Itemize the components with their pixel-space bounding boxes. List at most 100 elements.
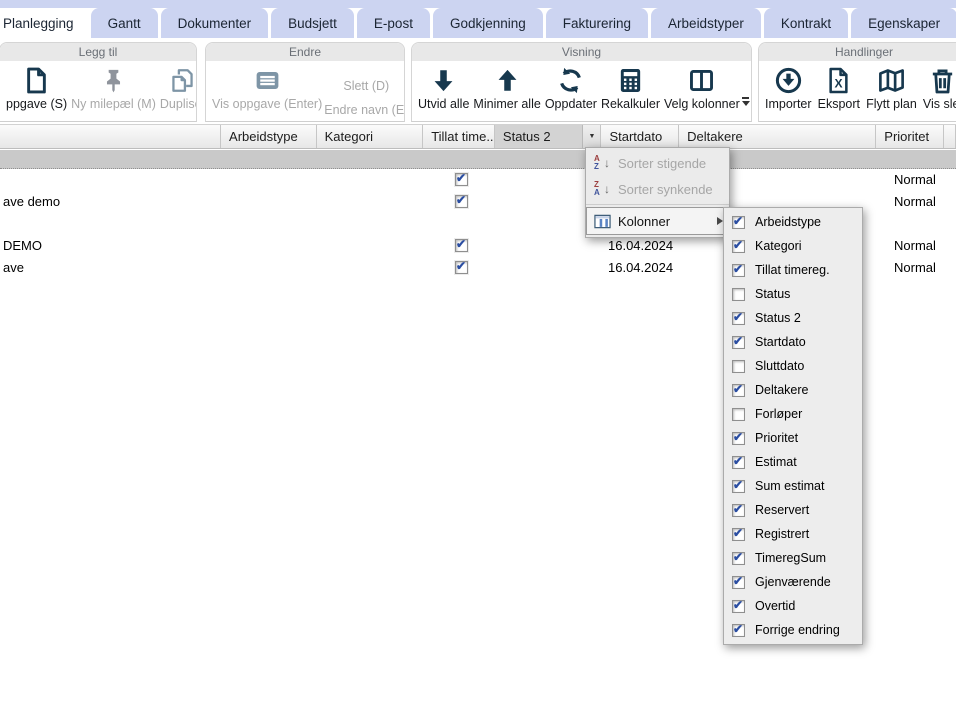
checkbox-icon[interactable] xyxy=(732,408,745,421)
column-toggle-startdato[interactable]: Startdato xyxy=(724,330,862,354)
column-header-label: Status 2 xyxy=(503,129,551,144)
column-header-tillat-time[interactable]: Tillat time... xyxy=(423,125,495,148)
tab-fakturering[interactable]: Fakturering xyxy=(546,8,648,38)
column-toggle-status[interactable]: Status xyxy=(724,282,862,306)
ppgave-s-button[interactable]: ppgave (S) xyxy=(4,66,69,111)
allow-time-checkbox[interactable] xyxy=(455,261,468,274)
trash-icon xyxy=(928,66,956,95)
checkbox-icon[interactable] xyxy=(732,312,745,325)
new-task-icon xyxy=(22,66,51,95)
column-toggle-label: Arbeidstype xyxy=(755,215,821,229)
ribbon-group-title: Legg til xyxy=(0,43,196,61)
column-toggle-sum-estimat[interactable]: Sum estimat xyxy=(724,474,862,498)
column-toggle-sluttdato[interactable]: Sluttdato xyxy=(724,354,862,378)
checkbox-icon[interactable] xyxy=(732,528,745,541)
column-toggle-gjenvaerende[interactable]: Gjenværende xyxy=(724,570,862,594)
column-toggle-timeregsum[interactable]: TimeregSum xyxy=(724,546,862,570)
column-toggle-forloper[interactable]: Forløper xyxy=(724,402,862,426)
velg-kolonner-dropdown-icon[interactable] xyxy=(742,97,750,106)
importer-button[interactable]: Importer xyxy=(763,66,814,111)
vis-slet-button[interactable]: Vis slet xyxy=(921,66,956,111)
column-toggle-reservert[interactable]: Reservert xyxy=(724,498,862,522)
column-toggle-deltakere[interactable]: Deltakere xyxy=(724,378,862,402)
checkbox-icon[interactable] xyxy=(732,600,745,613)
table-header-row: ArbeidstypeKategoriTillat time...Status … xyxy=(0,124,956,149)
checkbox-icon[interactable] xyxy=(732,360,745,373)
column-toggle-status-2[interactable]: Status 2 xyxy=(724,306,862,330)
button-label: Utvid alle xyxy=(418,97,469,111)
ribbon-group-title: Visning xyxy=(412,43,751,61)
button-label: Importer xyxy=(765,97,812,111)
column-toggle-kategori[interactable]: Kategori xyxy=(724,234,862,258)
column-header-empty[interactable] xyxy=(0,125,221,148)
tab-budsjett[interactable]: Budsjett xyxy=(271,8,354,38)
checkbox-icon[interactable] xyxy=(732,576,745,589)
minimer-alle-button[interactable]: Minimer alle xyxy=(471,66,542,111)
column-header-kategori[interactable]: Kategori xyxy=(317,125,424,148)
startdato-cell: 16.04.2024 xyxy=(608,238,673,253)
button-label: Velg kolonner xyxy=(664,97,740,111)
column-header-label: Arbeidstype xyxy=(229,129,298,144)
ribbon-group-title: Handlinger xyxy=(759,43,956,61)
checkbox-icon[interactable] xyxy=(732,480,745,493)
checkbox-icon[interactable] xyxy=(732,240,745,253)
tab-egenskaper[interactable]: Egenskaper xyxy=(851,8,956,38)
tab-kontrakt[interactable]: Kontrakt xyxy=(764,8,848,38)
column-header-prioritet[interactable]: Prioritet xyxy=(876,125,944,148)
eksport-button[interactable]: XEksport xyxy=(816,66,862,111)
column-header-arbeidstype[interactable]: Arbeidstype xyxy=(221,125,317,148)
tab-dokumenter[interactable]: Dokumenter xyxy=(161,8,269,38)
column-header-deltakere[interactable]: Deltakere xyxy=(679,125,876,148)
tab-planlegging[interactable]: Planlegging xyxy=(0,8,88,38)
slett-d-button: Slett (D) xyxy=(343,79,389,93)
svg-text:X: X xyxy=(835,76,843,90)
checkbox-icon[interactable] xyxy=(732,336,745,349)
checkbox-icon[interactable] xyxy=(732,384,745,397)
summary-row[interactable] xyxy=(0,150,956,169)
checkbox-icon[interactable] xyxy=(732,216,745,229)
column-toggle-label: Deltakere xyxy=(755,383,809,397)
checkbox-icon[interactable] xyxy=(732,288,745,301)
column-toggle-tillat-timereg[interactable]: Tillat timereg. xyxy=(724,258,862,282)
utvid-alle-button[interactable]: Utvid alle xyxy=(416,66,471,111)
column-header-label: Kategori xyxy=(325,129,373,144)
column-filter-dropdown-icon[interactable]: ▼ xyxy=(582,125,600,148)
column-toggle-arbeidstype[interactable]: Arbeidstype xyxy=(724,210,862,234)
column-toggle-estimat[interactable]: Estimat xyxy=(724,450,862,474)
column-toggle-label: Registrert xyxy=(755,527,809,541)
menu-item-kolonner[interactable]: Kolonner xyxy=(586,207,729,235)
allow-time-checkbox[interactable] xyxy=(455,173,468,186)
allow-time-checkbox[interactable] xyxy=(455,195,468,208)
expand-all-icon xyxy=(429,66,458,95)
column-header-status-2[interactable]: Status 2 ▼ xyxy=(495,125,602,148)
task-name-cell: DEMO xyxy=(3,238,42,253)
column-header-label: Prioritet xyxy=(884,129,929,144)
checkbox-icon[interactable] xyxy=(732,432,745,445)
prioritet-cell: Normal xyxy=(894,194,936,209)
tab-arbeidstyper[interactable]: Arbeidstyper xyxy=(651,8,761,38)
checkbox-icon[interactable] xyxy=(732,504,745,517)
checkbox-icon[interactable] xyxy=(732,552,745,565)
column-toggle-forrige-endring[interactable]: Forrige endring xyxy=(724,618,862,642)
column-header-startdato[interactable]: Startdato xyxy=(601,125,679,148)
table-row[interactable]: Normal xyxy=(0,169,956,191)
column-toggle-overtid[interactable]: Overtid xyxy=(724,594,862,618)
checkbox-icon[interactable] xyxy=(732,264,745,277)
oppdater-button[interactable]: Oppdater xyxy=(543,66,599,111)
velg-kolonner-button[interactable]: Velg kolonner xyxy=(662,66,742,111)
column-toggle-registrert[interactable]: Registrert xyxy=(724,522,862,546)
checkbox-icon[interactable] xyxy=(732,456,745,469)
column-toggle-label: Tillat timereg. xyxy=(755,263,830,277)
rekalkuler-button[interactable]: Rekalkuler xyxy=(599,66,662,111)
flytt-plan-button[interactable]: Flytt plan xyxy=(864,66,919,111)
column-toggle-label: Forrige endring xyxy=(755,623,840,637)
tab-gantt[interactable]: Gantt xyxy=(91,8,158,38)
column-toggle-prioritet[interactable]: Prioritet xyxy=(724,426,862,450)
tab-godkjenning[interactable]: Godkjenning xyxy=(433,8,543,38)
column-toggle-label: Prioritet xyxy=(755,431,798,445)
allow-time-checkbox[interactable] xyxy=(455,239,468,252)
checkbox-icon[interactable] xyxy=(732,624,745,637)
tab-e-post[interactable]: E-post xyxy=(357,8,430,38)
column-header-empty[interactable] xyxy=(944,125,956,148)
details-icon xyxy=(253,66,282,95)
